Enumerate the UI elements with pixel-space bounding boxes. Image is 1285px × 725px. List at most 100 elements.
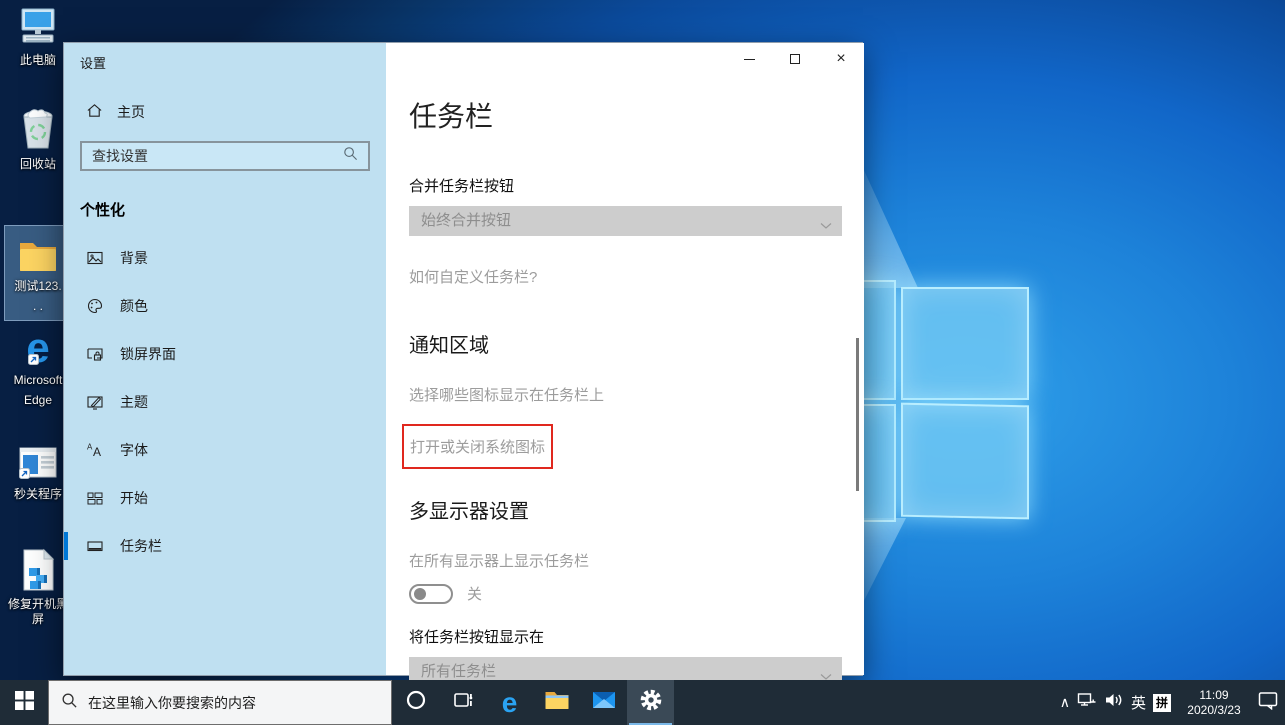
select-icons-link[interactable]: 选择哪些图标显示在任务栏上	[409, 384, 842, 405]
file-explorer-icon	[544, 689, 570, 716]
windows-logo-pane	[901, 287, 1029, 400]
ime-language-indicator[interactable]: 英	[1131, 692, 1146, 713]
ime-mode-indicator[interactable]: 拼	[1153, 694, 1171, 712]
window-title: 设置	[64, 43, 386, 72]
multi-display-header: 多显示器设置	[409, 495, 842, 524]
taskbar-icon	[86, 537, 104, 555]
toggle-state-label: 关	[467, 583, 482, 604]
settings-search-placeholder: 查找设置	[92, 146, 343, 166]
desktop-icon-microsoft-edge[interactable]: e Microsoft Edge	[5, 324, 71, 408]
desktop-icon-label: 测试123.	[14, 279, 61, 294]
desktop-icon-this-pc[interactable]: 此电脑	[5, 4, 71, 68]
sidebar-item-fonts[interactable]: AA 字体	[64, 426, 386, 474]
settings-sidebar: 设置 主页 查找设置 个性化 背景	[64, 43, 386, 675]
close-icon: ×	[836, 51, 845, 67]
network-icon[interactable]	[1077, 691, 1097, 714]
show-buttons-on-value: 所有任务栏	[409, 663, 496, 680]
maximize-icon	[790, 54, 800, 64]
page-title: 任务栏	[409, 95, 842, 135]
notification-area-header: 通知区域	[409, 329, 842, 358]
registry-file-icon	[20, 548, 56, 592]
customize-taskbar-link[interactable]: 如何自定义任务栏?	[409, 266, 842, 287]
show-buttons-on-label: 将任务栏按钮显示在	[409, 626, 842, 647]
taskbar: 在这里输入你要搜索的内容 e	[0, 680, 1285, 725]
task-view-button[interactable]	[439, 680, 486, 725]
desktop-icon-recycle-bin[interactable]: 回收站	[5, 108, 71, 172]
sidebar-item-background[interactable]: 背景	[64, 234, 386, 282]
combine-buttons-label: 合并任务栏按钮	[409, 175, 842, 196]
start-button[interactable]	[0, 680, 48, 725]
recycle-bin-icon	[18, 108, 58, 152]
svg-text:A: A	[93, 445, 101, 459]
action-center-button[interactable]	[1257, 690, 1279, 715]
palette-icon	[86, 297, 104, 315]
search-icon	[61, 692, 78, 714]
cortana-button[interactable]	[392, 680, 439, 725]
sidebar-nav: 背景 颜色 锁屏界面	[64, 234, 386, 570]
sidebar-item-home[interactable]: 主页	[86, 102, 386, 122]
task-view-icon	[451, 688, 475, 717]
sidebar-home-label: 主页	[117, 102, 145, 122]
desktop-icon-test-folder[interactable]: 测试123. . .	[5, 226, 71, 320]
shortcut-arrow-icon	[28, 352, 39, 370]
desktop-icon-label: 回收站	[20, 157, 56, 172]
desktop-icon-seconds-close[interactable]: 秒关程序	[5, 438, 71, 502]
minimize-icon	[744, 59, 755, 60]
program-window-icon	[17, 438, 59, 482]
shortcut-arrow-icon	[19, 466, 30, 484]
sidebar-item-label: 字体	[120, 440, 148, 460]
taskbar-search-placeholder: 在这里输入你要搜索的内容	[88, 693, 256, 713]
sidebar-item-label: 开始	[120, 488, 148, 508]
clock-date: 2020/3/23	[1178, 703, 1250, 718]
desktop-icon-label-line2: Edge	[24, 393, 52, 408]
sidebar-item-themes[interactable]: 主题	[64, 378, 386, 426]
settings-search-input[interactable]: 查找设置	[80, 141, 370, 171]
sidebar-item-colors[interactable]: 颜色	[64, 282, 386, 330]
search-icon	[343, 146, 358, 166]
start-layout-icon	[86, 489, 104, 507]
annotation-red-box: 打开或关闭系统图标	[402, 424, 553, 469]
maximize-button[interactable]	[772, 43, 818, 75]
toggle-knob	[414, 588, 426, 600]
close-button[interactable]: ×	[818, 43, 864, 75]
show-all-displays-toggle[interactable]	[409, 584, 453, 604]
sidebar-item-start[interactable]: 开始	[64, 474, 386, 522]
sidebar-item-label: 主题	[120, 392, 148, 412]
windows-logo-pane	[901, 403, 1029, 520]
mail-icon	[591, 689, 617, 716]
mail-button[interactable]	[580, 680, 627, 725]
taskbar-search-input[interactable]: 在这里输入你要搜索的内容	[48, 680, 392, 725]
desktop-icon-label-line2: . .	[33, 299, 43, 314]
desktop-icon-label: 秒关程序	[14, 487, 62, 502]
system-tray: ∧ 英 拼 11:09 2020/3/23	[1060, 680, 1285, 725]
fonts-icon: AA	[86, 441, 104, 459]
settings-window: 设置 主页 查找设置 个性化 背景	[63, 42, 863, 676]
chevron-down-icon	[820, 217, 832, 235]
this-pc-icon	[17, 4, 59, 48]
desktop-icon-fix-black-screen[interactable]: 修复开机黑屏	[5, 548, 71, 627]
combine-buttons-value: 始终合并按钮	[409, 212, 511, 229]
system-icons-link[interactable]: 打开或关闭系统图标	[410, 436, 545, 457]
volume-icon[interactable]	[1104, 691, 1124, 714]
scrollbar-thumb[interactable]	[856, 338, 859, 491]
sidebar-item-taskbar[interactable]: 任务栏	[64, 522, 386, 570]
file-explorer-button[interactable]	[533, 680, 580, 725]
windows-start-icon	[15, 691, 34, 715]
show-all-displays-label: 在所有显示器上显示任务栏	[409, 550, 842, 571]
sidebar-item-label: 背景	[120, 248, 148, 268]
cortana-icon	[405, 689, 427, 716]
edge-icon: e	[26, 324, 49, 368]
desktop-icon-label: 此电脑	[20, 53, 56, 68]
sidebar-item-lock-screen[interactable]: 锁屏界面	[64, 330, 386, 378]
combine-buttons-dropdown[interactable]: 始终合并按钮	[409, 206, 842, 236]
clock-time: 11:09	[1178, 688, 1250, 703]
taskbar-spacer	[674, 680, 1060, 725]
clock[interactable]: 11:09 2020/3/23	[1178, 688, 1250, 718]
desktop-icon-label: Microsoft	[14, 373, 63, 388]
minimize-button[interactable]	[726, 43, 772, 75]
edge-taskbar-button[interactable]: e	[486, 680, 533, 725]
tray-chevron-button[interactable]: ∧	[1060, 694, 1070, 711]
desktop-icon-label: 修复开机黑屏	[5, 597, 71, 627]
folder-icon	[17, 230, 59, 274]
settings-taskbar-button[interactable]	[627, 680, 674, 725]
